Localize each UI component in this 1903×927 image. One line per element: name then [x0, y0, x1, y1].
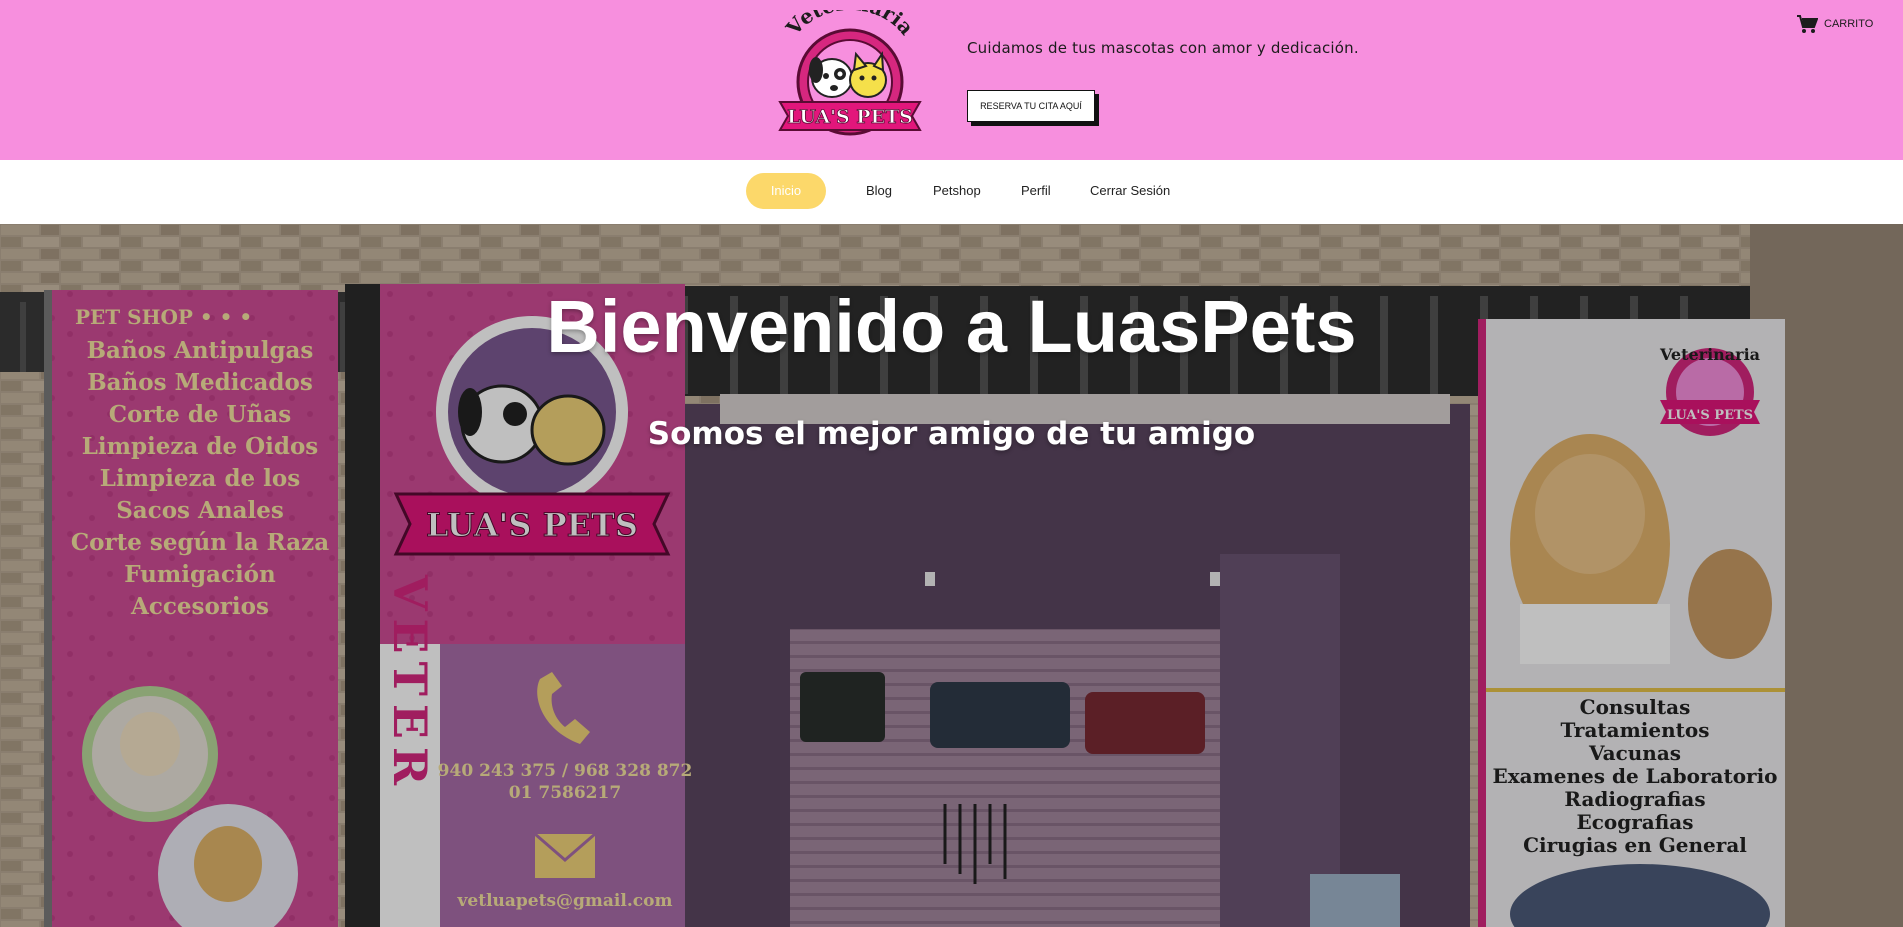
hero-subtitle: Somos el mejor amigo de tu amigo	[647, 416, 1256, 452]
tagline: Cuidamos de tus mascotas con amor y dedi…	[967, 39, 1359, 57]
logo-banner-text: LUA'S PETS	[787, 106, 913, 128]
cart-icon	[1797, 15, 1818, 33]
top-header: LUA'S PETS Veterinaria Cuidamos de tus m…	[0, 0, 1903, 160]
nav-item-perfil[interactable]: Perfil	[1021, 173, 1051, 209]
nav-item-inicio[interactable]: Inicio	[746, 173, 826, 209]
nav-item-cerrar-sesion[interactable]: Cerrar Sesión	[1090, 173, 1170, 209]
hero-banner: PET SHOP • • • Baños Antipulgas Baños Me…	[0, 224, 1903, 927]
logo-graphic: LUA'S PETS Veterinaria	[778, 0, 922, 136]
main-nav: Inicio Blog Petshop Perfil Cerrar Sesión	[0, 160, 1903, 224]
cart-label: CARRITO	[1824, 18, 1874, 30]
hero-title: Bienvenido a LuasPets	[546, 285, 1357, 368]
book-appointment-button[interactable]: RESERVA TU CITA AQUÍ	[967, 90, 1095, 122]
nav-item-blog[interactable]: Blog	[866, 173, 892, 209]
luas-pets-logo[interactable]: LUA'S PETS Veterinaria	[770, 0, 930, 150]
cart-link[interactable]: CARRITO	[1796, 14, 1873, 34]
nav-item-petshop[interactable]: Petshop	[933, 173, 981, 209]
